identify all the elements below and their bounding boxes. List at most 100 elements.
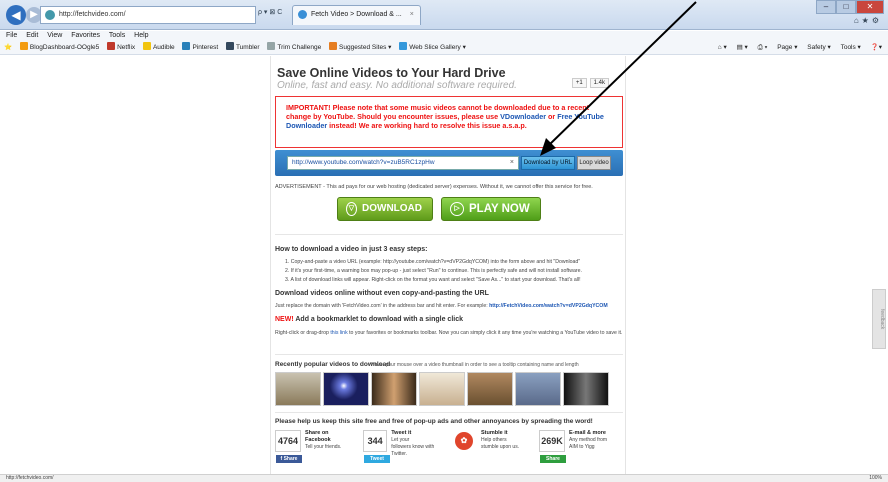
step-item: 3. A list of download links will appear.…	[285, 277, 581, 283]
video-thumbnail[interactable]	[323, 372, 369, 406]
step-item: 2. If it's your first-time, a warning bo…	[285, 268, 582, 274]
menu-edit[interactable]: Edit	[26, 32, 38, 39]
page-subtitle: Online, fast and easy. No additional sof…	[277, 80, 517, 91]
share-heading: Please help us keep this site free and f…	[275, 418, 593, 425]
play-icon: ▷	[450, 202, 464, 216]
stumbleupon-share: ✿ Stumble it Help others stumble upon us.	[451, 430, 535, 458]
like-button[interactable]: +1	[571, 78, 587, 88]
home-favorites-settings-icons[interactable]: ⌂★⚙	[854, 16, 882, 25]
feedback-tab[interactable]: feedback	[872, 289, 886, 349]
video-thumbnail[interactable]	[419, 372, 465, 406]
video-thumbnail[interactable]	[275, 372, 321, 406]
video-thumbnail[interactable]	[467, 372, 513, 406]
fav-item[interactable]: BlogDashboard-OOgle5	[19, 41, 99, 55]
facebook-share: 4764 f Share Share on Facebook Tell your f…	[275, 430, 359, 463]
fav-icon	[399, 42, 408, 50]
new-badge: NEW!	[275, 316, 294, 323]
main-content: Save Online Videos to Your Hard Drive On…	[270, 56, 626, 474]
download-by-url-button[interactable]: Download by URL	[521, 156, 575, 170]
bookmarklet-heading: NEW! Add a bookmarklet to download with …	[275, 316, 463, 323]
share-button[interactable]: Share	[540, 455, 566, 463]
video-thumbnail[interactable]	[371, 372, 417, 406]
divider	[275, 412, 623, 413]
browser-window: ◀ ▶ http://fetchvideo.com/ ρ ▾ ⊠ C Fetch…	[0, 0, 888, 482]
fav-item[interactable]: Tumbler	[225, 41, 260, 55]
menu-bar: File Edit View Favorites Tools Help	[0, 31, 888, 41]
share-count: 344 Tweet	[363, 430, 390, 463]
clear-icon[interactable]: ×	[510, 157, 514, 169]
fav-icon	[267, 42, 276, 50]
home-icon[interactable]: ⌂ ▾	[718, 44, 727, 51]
help-icon[interactable]: ❓▾	[871, 44, 882, 51]
command-tools[interactable]: Tools ▾	[841, 44, 861, 51]
favorites-star-icon[interactable]: ⭐	[4, 41, 12, 55]
fav-icon	[107, 42, 116, 50]
howto-steps: 1. Copy-and-paste a video URL (example: …	[285, 258, 582, 285]
fav-icon	[19, 42, 28, 50]
tab-close-icon[interactable]: ×	[410, 11, 414, 18]
command-bar: ⌂ ▾ ▤ ▾ ⎙ ▾ Page ▾ Safety ▾ Tools ▾ ❓▾	[710, 41, 882, 55]
menu-tools[interactable]: Tools	[109, 32, 125, 39]
fav-icon	[225, 42, 234, 50]
address-text: http://fetchvideo.com/	[59, 11, 126, 18]
bookmarklet-link[interactable]: this link	[330, 330, 347, 336]
fav-item[interactable]: Web Slice Gallery ▾	[399, 41, 466, 55]
fav-item[interactable]: Suggested Sites ▾	[329, 41, 391, 55]
down-arrow-icon: ▽	[346, 202, 357, 216]
no-copy-text: Just replace the domain with 'FetchVideo…	[275, 303, 608, 309]
video-url-input[interactable]: http://www.youtube.com/watch?v=zuB5RC1zp…	[287, 156, 519, 170]
address-bar[interactable]: http://fetchvideo.com/	[40, 6, 256, 24]
step-item: 1. Copy-and-paste a video URL (example: …	[285, 259, 581, 265]
important-notice: IMPORTANT! Please note that some music v…	[275, 96, 623, 148]
vdownloader-link[interactable]: VDownloader	[500, 112, 546, 121]
command-safety[interactable]: Safety ▾	[807, 44, 831, 51]
tab-fetchvideo[interactable]: Fetch Video > Download & ... ×	[292, 5, 421, 25]
advertisement-text: ADVERTISEMENT - This ad pays for our web…	[275, 184, 593, 190]
menu-help[interactable]: Help	[134, 32, 148, 39]
tab-label: Fetch Video > Download & ...	[311, 11, 402, 18]
download-ad-button[interactable]: ▽ DOWNLOAD	[337, 197, 433, 221]
play-now-ad-button[interactable]: ▷ PLAY NOW	[441, 197, 541, 221]
status-bar: http://fetchvideo.com/ 100%	[0, 474, 888, 482]
divider	[275, 234, 623, 235]
fav-item[interactable]: Trim Challenge	[267, 41, 321, 55]
share-widgets: 4764 f Share Share on Facebook Tell your f…	[275, 430, 623, 463]
like-count: 1.4k	[589, 78, 609, 88]
menu-favorites[interactable]: Favorites	[71, 32, 100, 39]
loop-video-button[interactable]: Loop video	[577, 156, 611, 170]
back-button[interactable]: ◀	[6, 5, 26, 25]
address-tools[interactable]: ρ ▾ ⊠ C	[258, 8, 282, 16]
fav-icon	[142, 42, 151, 50]
maximize-button[interactable]: □	[836, 0, 856, 14]
tab-favicon	[298, 10, 307, 19]
feeds-icon[interactable]: ▤ ▾	[737, 44, 748, 51]
menu-view[interactable]: View	[47, 32, 62, 39]
url-form: http://www.youtube.com/watch?v=zuB5RC1zp…	[275, 150, 623, 176]
minimize-button[interactable]: –	[816, 0, 836, 14]
menu-file[interactable]: File	[6, 32, 17, 39]
fav-icon	[182, 42, 191, 50]
fav-item[interactable]: Audible	[142, 41, 175, 55]
popular-note: Hover your mouse over a video thumbnail …	[371, 362, 579, 368]
video-thumbnail[interactable]	[563, 372, 609, 406]
close-button[interactable]: ✕	[856, 0, 884, 14]
zoom-level[interactable]: 100%	[869, 475, 882, 482]
command-page[interactable]: Page ▾	[777, 44, 797, 51]
fav-item[interactable]: Pinterest	[182, 41, 218, 55]
print-icon[interactable]: ⎙ ▾	[758, 44, 768, 51]
share-count: 269K Share	[539, 430, 566, 463]
facebook-share-button[interactable]: f Share	[276, 455, 302, 463]
stumbleupon-icon[interactable]: ✿	[451, 430, 477, 452]
video-thumbnail[interactable]	[515, 372, 561, 406]
fav-item[interactable]: Netflix	[107, 41, 135, 55]
fav-icon	[329, 42, 338, 50]
status-url: http://fetchvideo.com/	[6, 475, 54, 481]
example-link[interactable]: http://FetchVideo.com/watch?v=dVP2GdqYCO…	[489, 303, 608, 309]
tweet-button[interactable]: Tweet	[364, 455, 390, 463]
howto-heading: How to download a video in just 3 easy s…	[275, 246, 428, 253]
popular-thumbnails	[275, 372, 609, 406]
email-share: 269K Share E-mail & more Any method from A…	[539, 430, 623, 463]
page-title: Save Online Videos to Your Hard Drive	[277, 66, 506, 80]
window-controls: – □ ✕	[816, 0, 884, 14]
share-count: 4764 f Share	[275, 430, 302, 463]
